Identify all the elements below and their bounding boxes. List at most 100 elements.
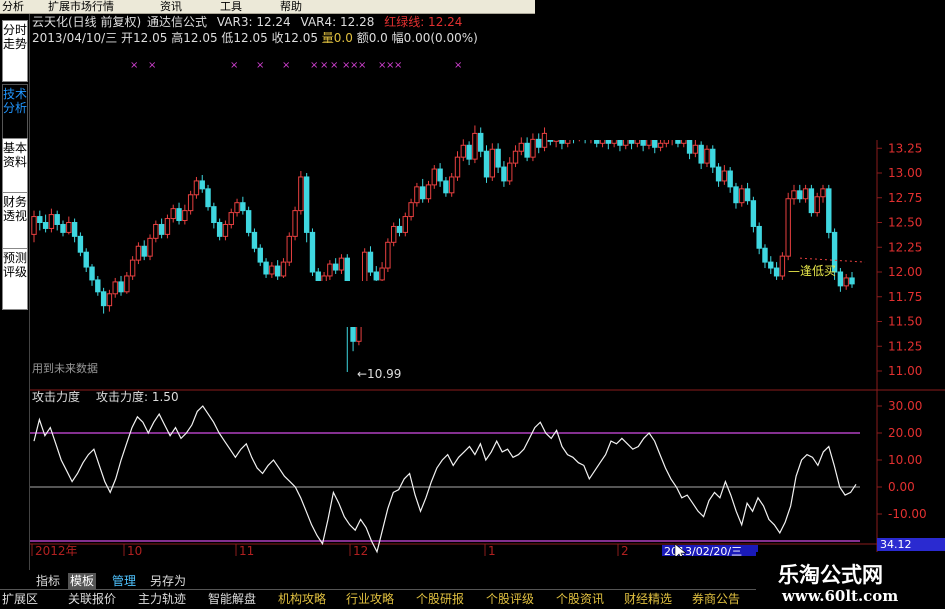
side-tab-bar: 分时走势 技术分析 基本资料 财务透视 预测评级 <box>0 14 30 570</box>
open-price: 开12.05 <box>121 31 168 45</box>
price-axis-label: 11.25 <box>888 339 922 353</box>
candle-body <box>385 241 391 269</box>
candle-body <box>60 223 66 233</box>
price-axis-label: 12.00 <box>888 265 922 279</box>
tab-templates[interactable]: 模板 <box>68 573 97 589</box>
tab-related-quotes[interactable]: 关联报价 <box>68 591 116 607</box>
signal-cross-marker: × <box>256 60 264 71</box>
menu-extended-market[interactable]: 扩展市场行情 <box>48 0 114 14</box>
candle-body <box>251 231 258 249</box>
tab-broker-notice[interactable]: 券商公告 <box>692 591 740 607</box>
tab-strip-top: 指标 模板 管理 另存为 <box>30 572 300 589</box>
menu-news[interactable]: 资讯 <box>160 0 182 14</box>
candle-body <box>773 267 780 277</box>
tab-main-force[interactable]: 主力轨迹 <box>138 591 186 607</box>
candle-body <box>744 188 751 202</box>
signal-cross-marker: × <box>320 60 328 71</box>
candle-body <box>100 291 107 307</box>
timeline-label: 10 <box>127 544 142 556</box>
candle-body <box>373 271 379 281</box>
candle-body <box>83 251 89 268</box>
signal-cross-marker: × <box>454 60 462 71</box>
candle-body <box>472 132 478 160</box>
tab-manage[interactable]: 管理 <box>112 573 136 589</box>
candle-body <box>739 188 745 204</box>
candle-body <box>536 138 542 148</box>
candle-body <box>721 170 728 182</box>
chart-area[interactable]: × × × × × × × × × × × × × × × 13.25 13.00 12.75 12.50 12.2… <box>30 14 945 561</box>
price-axis-label: 11.75 <box>888 290 922 304</box>
var4-value: VAR4: 12.28 <box>300 15 375 29</box>
side-tab-label: 财务透视 <box>3 195 28 223</box>
tab-ext-zone[interactable]: 扩展区 <box>2 591 38 607</box>
volume: 量0.0 <box>321 31 353 45</box>
candle-body <box>332 263 339 271</box>
timeline-label: 1 <box>488 544 496 556</box>
candle-body <box>466 144 472 160</box>
candle-body <box>89 266 95 281</box>
candle-body <box>820 188 826 198</box>
tab-stock-news[interactable]: 个股资讯 <box>556 591 604 607</box>
candle-body <box>390 225 397 243</box>
candle-body <box>443 180 449 194</box>
candle-body <box>298 176 304 212</box>
candle-body <box>187 194 194 212</box>
signal-cross-marker: × <box>330 60 338 71</box>
candle-body <box>77 235 84 253</box>
candle-body <box>512 150 519 164</box>
quote-date: 2013/04/10/三 <box>32 31 118 45</box>
candle-body <box>692 144 699 154</box>
candle-body <box>338 257 345 271</box>
candle-body <box>280 261 287 277</box>
signal-cross-marker: × <box>130 60 138 71</box>
red-green-line-value: 红绿线: 12.24 <box>384 15 463 29</box>
tab-finance-picks[interactable]: 财经精选 <box>624 591 672 607</box>
candle-body <box>779 255 786 277</box>
menu-analysis[interactable]: 分析 <box>2 0 24 14</box>
tab-industry-strategy[interactable]: 行业攻略 <box>346 591 394 607</box>
candle-body <box>425 184 432 200</box>
side-tab-forecast[interactable]: 预测评级 <box>2 248 28 310</box>
candle-body <box>478 132 484 152</box>
candle-body <box>715 166 722 182</box>
candle-body <box>66 222 72 233</box>
candle-body <box>727 170 733 188</box>
candle-body <box>785 198 791 257</box>
candle-body <box>147 237 153 257</box>
tab-stock-rating[interactable]: 个股评级 <box>486 591 534 607</box>
candle-body <box>193 180 200 196</box>
indicator-value: 攻击力度: 1.50 <box>96 389 179 404</box>
var3-value: VAR3: 12.24 <box>216 15 291 29</box>
candle-body <box>454 156 461 178</box>
signal-cross-marker: × <box>148 60 156 71</box>
side-tab-profile[interactable]: 基本资料 <box>2 138 28 200</box>
tab-institution-strategy[interactable]: 机构攻略 <box>278 591 326 607</box>
candle-body <box>240 202 246 212</box>
side-tab-technical[interactable]: 技术分析 <box>2 84 28 146</box>
candle-body <box>791 190 797 200</box>
tab-save-as[interactable]: 另存为 <box>150 573 186 589</box>
candle-body <box>106 293 113 307</box>
stock-title: 云天化(日线 前复权) <box>32 15 142 29</box>
candle-body <box>118 281 124 293</box>
side-tab-finance[interactable]: 财务透视 <box>2 192 28 254</box>
tab-smart-analysis[interactable]: 智能解盘 <box>208 591 256 607</box>
menu-bar: 分析 扩展市场行情 资讯 工具 帮助 <box>0 0 535 14</box>
candle-body <box>129 259 136 277</box>
menu-help[interactable]: 帮助 <box>280 0 302 14</box>
menu-tools[interactable]: 工具 <box>220 0 242 14</box>
candle-body <box>657 142 664 148</box>
candle-body <box>449 176 455 194</box>
kline-chart[interactable]: × × × × × × × × × × × × × × × 13.2513.0012.7512.5012.2… <box>30 14 945 561</box>
tab-stock-research[interactable]: 个股研报 <box>416 591 464 607</box>
candle-body <box>124 275 130 293</box>
candle-body <box>263 261 269 275</box>
indicator-axis-label: 10.00 <box>888 453 922 467</box>
candle-body <box>396 225 403 233</box>
tab-indicators[interactable]: 指标 <box>36 573 60 589</box>
candle-body <box>379 267 385 281</box>
signal-cross-marker: × <box>282 60 290 71</box>
side-tab-intraday[interactable]: 分时走势 <box>2 20 28 82</box>
price-axis-label: 12.25 <box>888 240 922 254</box>
candle-body <box>286 235 292 263</box>
